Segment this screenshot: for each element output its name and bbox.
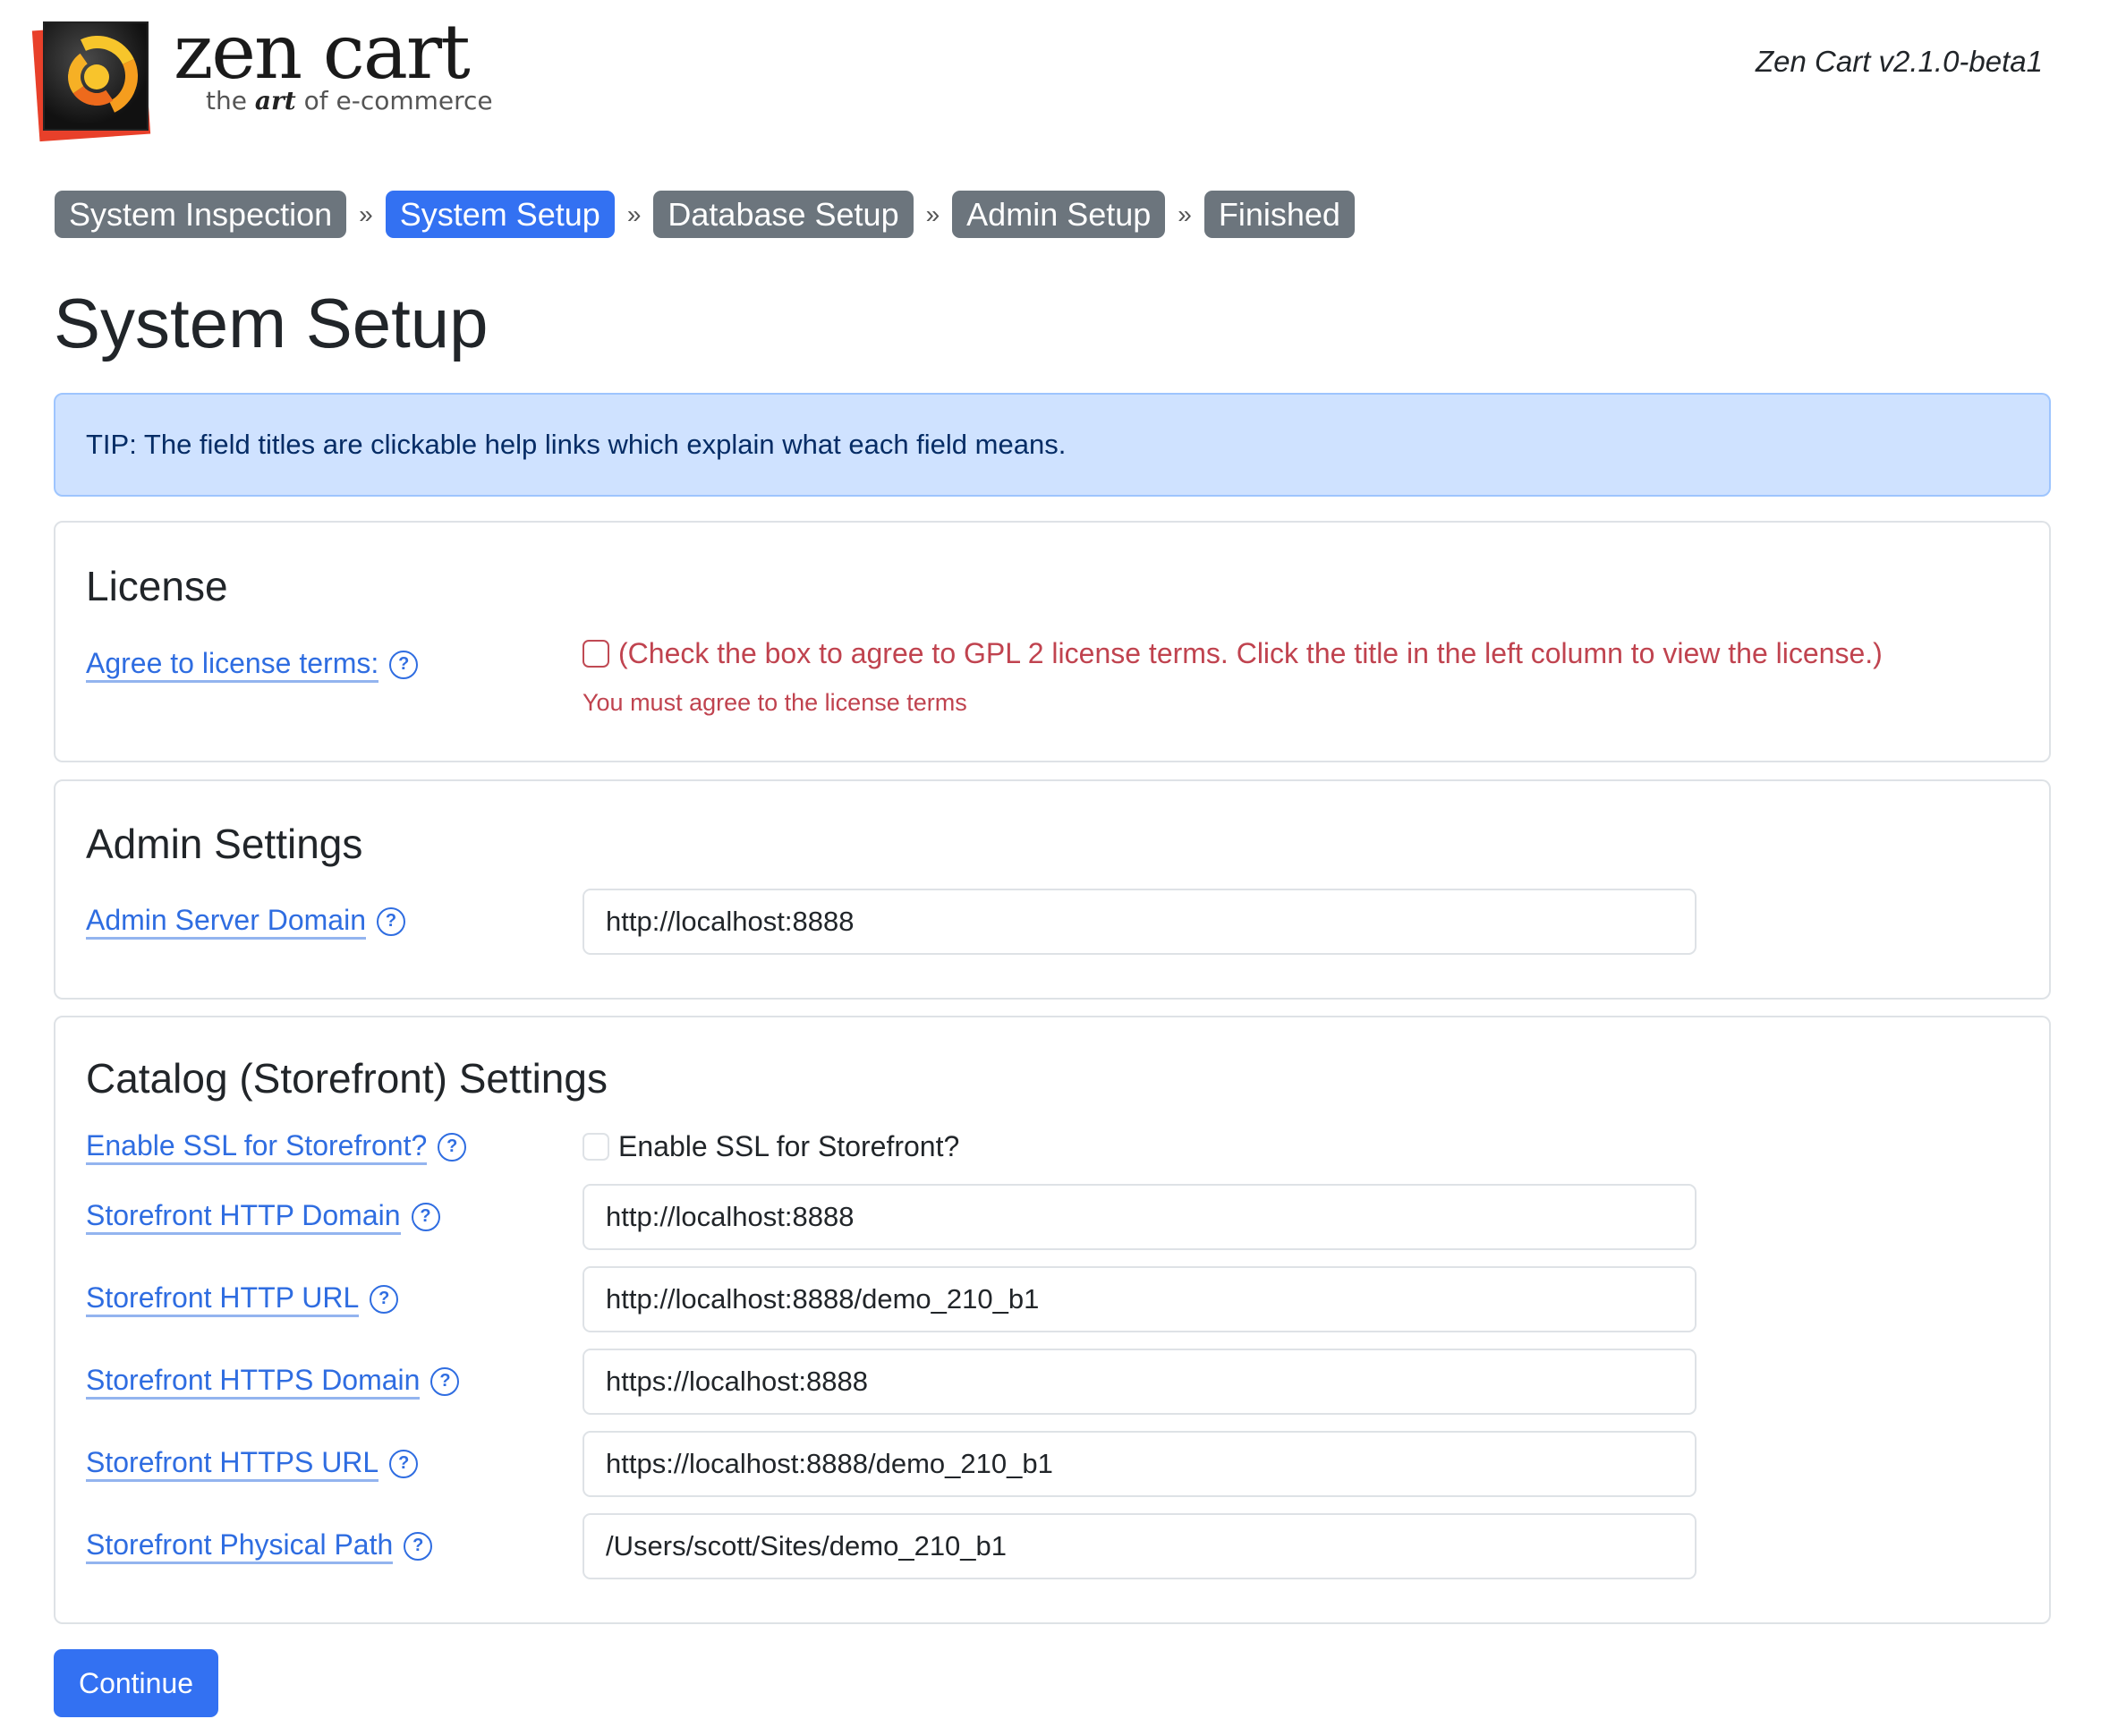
step-separator: » [626, 200, 642, 228]
storefront-physical-path-input[interactable] [583, 1513, 1697, 1579]
zen-cart-logo: zen cart the art of e-commerce [30, 14, 496, 142]
enable-ssl-checkbox-text[interactable]: Enable SSL for Storefront? [618, 1130, 959, 1163]
license-error-message: You must agree to the license terms [583, 689, 967, 716]
agree-license-link[interactable]: Agree to license terms: [86, 646, 379, 684]
help-icon[interactable]: ? [411, 1202, 440, 1231]
storefront-http-domain-input[interactable] [583, 1184, 1697, 1250]
storefront-https-domain-input[interactable] [583, 1349, 1697, 1415]
step-system-inspection: System Inspection [55, 191, 347, 238]
enable-ssl-checkbox[interactable] [583, 1133, 609, 1161]
storefront-physical-path-label-row: Storefront Physical Path ? [86, 1528, 433, 1565]
admin-settings-card: Admin Settings Admin Server Domain ? [54, 779, 2051, 1000]
step-separator: » [925, 200, 940, 228]
admin-server-domain-input[interactable] [583, 889, 1697, 955]
logo-tagline-post: of e-commerce [303, 86, 493, 115]
storefront-http-domain-link[interactable]: Storefront HTTP Domain [86, 1198, 401, 1236]
help-icon[interactable]: ? [430, 1366, 460, 1396]
step-separator: » [1178, 200, 1192, 228]
license-checkbox-text[interactable]: (Check the box to agree to GPL 2 license… [618, 637, 1883, 670]
storefront-physical-path-link[interactable]: Storefront Physical Path [86, 1528, 394, 1565]
help-icon[interactable]: ? [377, 906, 405, 936]
license-card: License Agree to license terms: ? (Check… [54, 521, 2051, 762]
storefront-http-url-input[interactable] [583, 1266, 1697, 1332]
license-checkbox-row: (Check the box to agree to GPL 2 license… [583, 637, 1883, 670]
step-admin-setup: Admin Setup [952, 191, 1166, 238]
step-separator: » [359, 200, 373, 228]
storefront-http-url-label-row: Storefront HTTP URL ? [86, 1281, 399, 1318]
step-database-setup: Database Setup [653, 191, 914, 238]
continue-button[interactable]: Continue [54, 1649, 218, 1717]
admin-server-domain-label-row: Admin Server Domain ? [86, 903, 405, 940]
help-icon[interactable]: ? [438, 1132, 467, 1162]
version-label: Zen Cart v2.1.0-beta1 [1755, 45, 2043, 78]
tip-text: TIP: The field titles are clickable help… [86, 429, 1067, 460]
tip-alert: TIP: The field titles are clickable help… [54, 393, 2051, 497]
storefront-https-domain-link[interactable]: Storefront HTTPS Domain [86, 1363, 421, 1400]
page-title: System Setup [54, 284, 489, 362]
enable-ssl-label-row: Enable SSL for Storefront? ? [86, 1128, 467, 1166]
storefront-https-url-input[interactable] [583, 1431, 1697, 1497]
storefront-https-url-link[interactable]: Storefront HTTPS URL [86, 1445, 379, 1483]
enable-ssl-link[interactable]: Enable SSL for Storefront? [86, 1128, 428, 1166]
logo-tagline: the art of e-commerce [206, 86, 493, 115]
admin-server-domain-link[interactable]: Admin Server Domain [86, 903, 366, 940]
storefront-http-domain-label-row: Storefront HTTP Domain ? [86, 1198, 440, 1236]
catalog-settings-card: Catalog (Storefront) Settings Enable SSL… [54, 1016, 2051, 1624]
help-icon[interactable]: ? [404, 1531, 433, 1561]
license-label-row: Agree to license terms: ? [86, 646, 419, 684]
logo-name: zen cart [174, 8, 471, 96]
license-agree-checkbox[interactable] [583, 640, 609, 668]
logo-tagline-em: art [254, 86, 296, 115]
storefront-https-url-label-row: Storefront HTTPS URL ? [86, 1445, 419, 1483]
progress-steps: System Inspection » System Setup » Datab… [55, 191, 1355, 238]
logo-wordmark: zen cart the art of e-commerce [174, 14, 493, 115]
help-icon[interactable]: ? [389, 1449, 419, 1478]
zen-cart-logo-icon [31, 20, 152, 142]
catalog-settings-heading: Catalog (Storefront) Settings [86, 1055, 608, 1102]
step-system-setup: System Setup [385, 191, 615, 238]
enable-ssl-checkbox-row: Enable SSL for Storefront? [583, 1130, 959, 1163]
admin-settings-heading: Admin Settings [86, 821, 363, 867]
help-icon[interactable]: ? [370, 1284, 399, 1314]
storefront-http-url-link[interactable]: Storefront HTTP URL [86, 1281, 360, 1318]
license-heading: License [86, 563, 228, 609]
storefront-https-domain-label-row: Storefront HTTPS Domain ? [86, 1363, 460, 1400]
logo-tagline-pre: the [206, 86, 247, 115]
step-finished: Finished [1203, 191, 1355, 238]
help-icon[interactable]: ? [389, 650, 419, 679]
